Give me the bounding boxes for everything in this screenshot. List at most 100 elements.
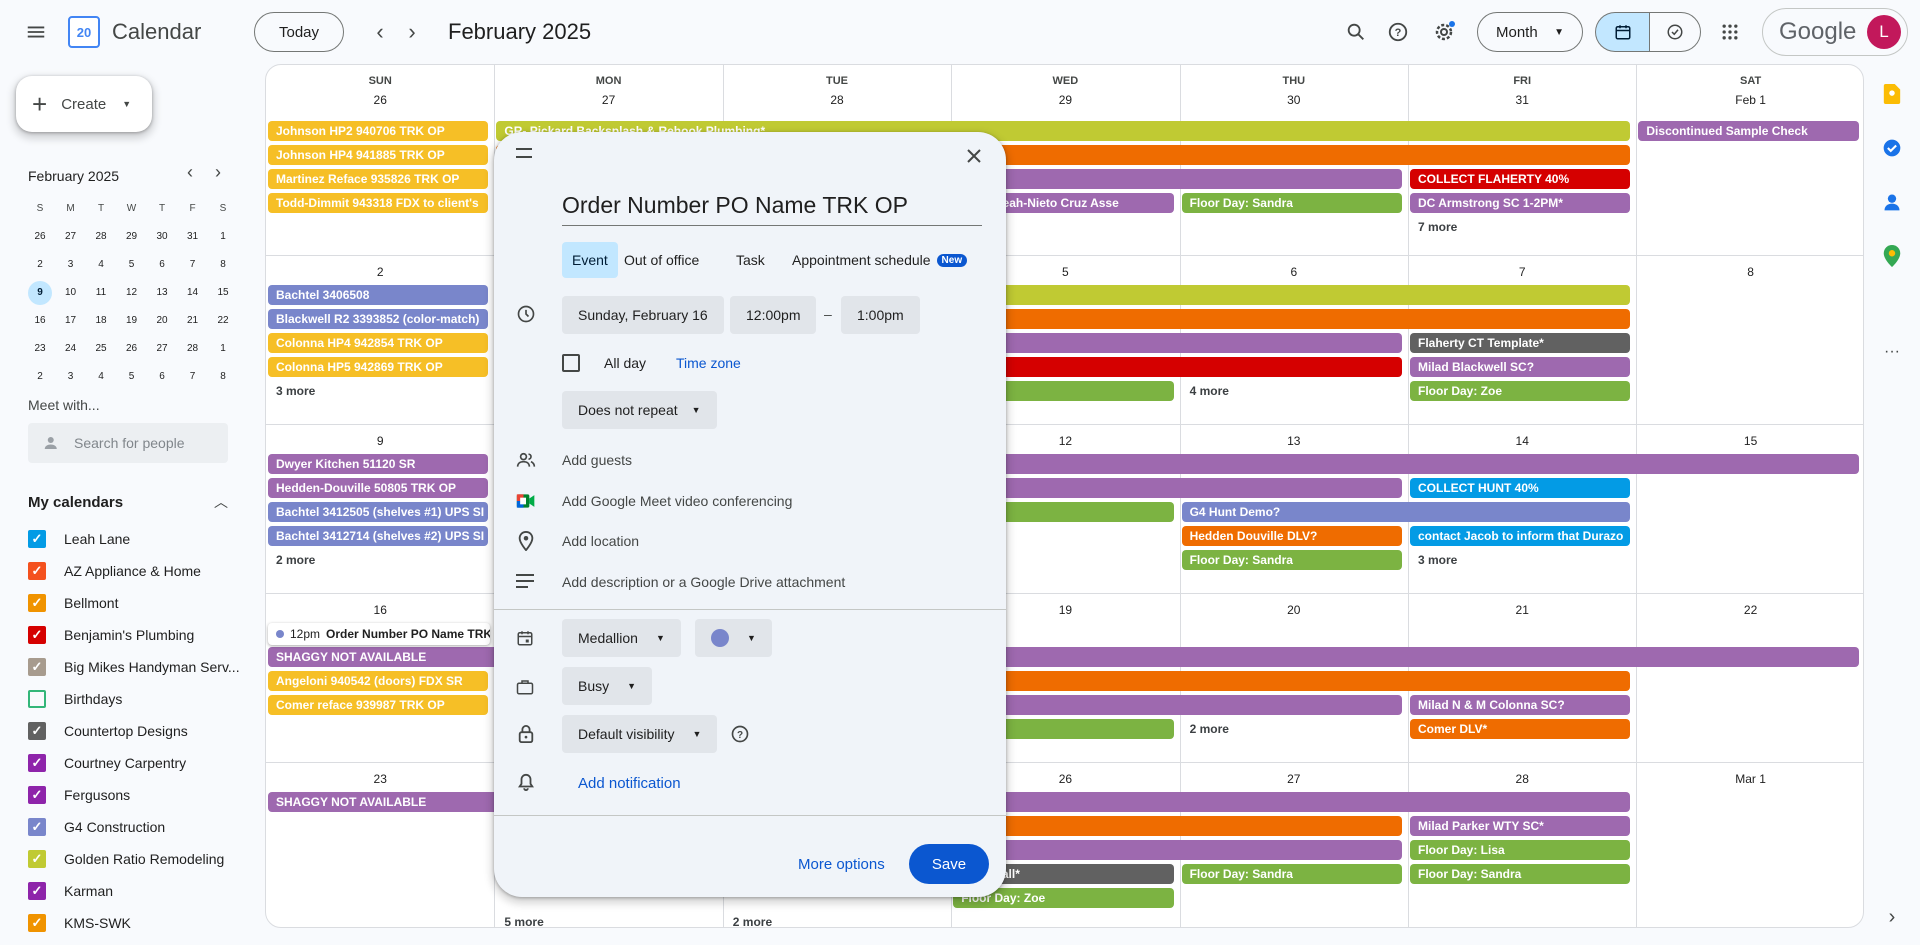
time-zone-link[interactable]: Time zone (676, 355, 741, 371)
repeat-dropdown[interactable]: Does not repeat ▼ (562, 391, 717, 429)
calendar-checkbox[interactable]: ✓ (28, 594, 46, 612)
day-number[interactable]: 14 (1408, 434, 1636, 448)
more-events-link[interactable]: 3 more (1418, 553, 1457, 567)
mini-day[interactable]: 26 (28, 225, 52, 249)
calendar-list-item[interactable]: ✓ Benjamin's Plumbing (28, 622, 194, 648)
day-number[interactable]: 23 (266, 772, 494, 786)
draft-event-chip[interactable]: 12pm Order Number PO Name TRK (268, 623, 490, 645)
day-number[interactable]: 20 (1180, 603, 1408, 617)
calendar-checkbox[interactable] (28, 690, 46, 708)
event-chip[interactable]: DC Armstrong SC 1-2PM* (1410, 193, 1631, 213)
next-period-button[interactable]: › (396, 16, 428, 48)
day-number[interactable]: 27 (494, 93, 722, 107)
create-button[interactable]: + Create ▼ (16, 76, 152, 132)
day-number[interactable]: 27 (1180, 772, 1408, 786)
calendar-checkbox[interactable]: ✓ (28, 754, 46, 772)
mini-day[interactable]: 3 (59, 253, 83, 277)
mini-day[interactable]: 20 (150, 309, 174, 333)
search-people-input[interactable]: Search for people (28, 423, 228, 463)
mini-day[interactable]: 4 (89, 365, 113, 389)
mini-day[interactable]: 12 (120, 281, 144, 305)
add-guests-field[interactable]: Add guests (562, 452, 632, 468)
calendar-list-item[interactable]: ✓ KMS-SWK (28, 910, 131, 936)
tab-task[interactable]: Task (730, 242, 771, 278)
previous-period-button[interactable]: ‹ (364, 16, 396, 48)
day-number[interactable]: 28 (723, 93, 951, 107)
drag-handle-icon[interactable] (516, 148, 532, 158)
day-number[interactable]: 13 (1180, 434, 1408, 448)
mini-day[interactable]: 31 (181, 225, 205, 249)
event-chip[interactable]: Bachtel 3412505 (shelves #1) UPS SI (268, 502, 489, 522)
calendar-mode-toggle[interactable] (1595, 12, 1649, 52)
calendar-list-item[interactable]: ✓ Courtney Carpentry (28, 750, 186, 776)
event-chip[interactable]: Floor Day: Sandra (1181, 193, 1402, 213)
calendar-list-item[interactable]: ✓ Big Mikes Handyman Serv... (28, 654, 240, 680)
mini-day[interactable]: 27 (59, 225, 83, 249)
more-events-link[interactable]: 2 more (1190, 722, 1229, 736)
settings-button[interactable] (1424, 12, 1464, 52)
more-events-link[interactable]: 2 more (733, 915, 772, 927)
visibility-dropdown[interactable]: Default visibility ▼ (562, 715, 718, 753)
mini-day[interactable]: 6 (150, 253, 174, 277)
event-chip[interactable]: Milad Blackwell SC? (1410, 357, 1631, 377)
calendar-checkbox[interactable]: ✓ (28, 818, 46, 836)
contacts-button[interactable] (1880, 190, 1904, 214)
event-title-input[interactable]: Order Number PO Name TRK OP (562, 192, 982, 226)
calendar-checkbox[interactable]: ✓ (28, 658, 46, 676)
mini-day[interactable]: 30 (150, 225, 174, 249)
event-chip[interactable]: Johnson HP2 940706 TRK OP (268, 121, 489, 141)
mini-day-today[interactable]: 9 (28, 281, 52, 305)
mini-day[interactable]: 5 (120, 253, 144, 277)
help-button[interactable]: ? (1378, 12, 1418, 52)
more-events-link[interactable]: 4 more (1190, 384, 1229, 398)
more-addons-button[interactable]: ··· (1880, 340, 1904, 364)
end-time-picker[interactable]: 1:00pm (841, 296, 920, 334)
calendar-list-item[interactable]: ✓ Karman (28, 878, 113, 904)
event-chip[interactable]: Comer reface 939987 TRK OP (268, 695, 489, 715)
event-chip[interactable]: Hedden-Douville 50805 TRK OP (268, 478, 489, 498)
my-calendars-heading[interactable]: My calendars ︿ (28, 492, 228, 512)
more-events-link[interactable]: 3 more (276, 384, 315, 398)
add-notification-button[interactable]: Add notification (578, 775, 681, 792)
close-button[interactable] (958, 140, 990, 172)
day-number[interactable]: 29 (951, 93, 1179, 107)
mini-day[interactable]: 19 (120, 309, 144, 333)
event-chip[interactable]: Flaherty CT Template* (1410, 333, 1631, 353)
mini-day[interactable]: 8 (211, 253, 235, 277)
mini-day[interactable]: 24 (59, 337, 83, 361)
mini-day[interactable]: 23 (28, 337, 52, 361)
calendar-checkbox[interactable]: ✓ (28, 530, 46, 548)
keep-button[interactable] (1880, 82, 1904, 106)
day-number[interactable]: 15 (1636, 434, 1863, 448)
mini-prev-button[interactable]: ‹ (178, 162, 202, 186)
maps-button[interactable] (1880, 244, 1904, 268)
day-number[interactable]: 26 (266, 93, 494, 107)
event-chip[interactable]: Johnson HP4 941885 TRK OP (268, 145, 489, 165)
mini-day[interactable]: 27 (150, 337, 174, 361)
mini-day[interactable]: 1 (211, 225, 235, 249)
mini-day[interactable]: 13 (150, 281, 174, 305)
event-chip[interactable]: Floor Day: Sandra (1181, 550, 1402, 570)
mini-day[interactable]: 3 (59, 365, 83, 389)
event-chip[interactable]: Floor Day: Sandra (1410, 864, 1631, 884)
save-button[interactable]: Save (909, 844, 989, 884)
mini-day[interactable]: 7 (181, 253, 205, 277)
event-chip[interactable]: Colonna HP4 942854 TRK OP (268, 333, 489, 353)
day-number[interactable]: 22 (1636, 603, 1863, 617)
event-chip[interactable]: Floor Day: Zoe (1410, 381, 1631, 401)
tasks-button[interactable] (1880, 136, 1904, 160)
event-chip[interactable]: Comer DLV* (1410, 719, 1631, 739)
view-switcher[interactable]: Month ▼ (1477, 12, 1583, 52)
availability-dropdown[interactable]: Busy ▼ (562, 667, 653, 705)
mini-day[interactable]: 1 (211, 337, 235, 361)
day-number[interactable]: 31 (1408, 93, 1636, 107)
mini-day[interactable]: 14 (181, 281, 205, 305)
day-number[interactable]: 7 (1408, 265, 1636, 279)
more-options-button[interactable]: More options (798, 844, 885, 884)
mini-day[interactable]: 17 (59, 309, 83, 333)
event-chip[interactable]: Bachtel 3412714 (shelves #2) UPS SI (268, 526, 489, 546)
calendar-logo[interactable]: 20 (68, 16, 100, 48)
tasks-mode-toggle[interactable] (1649, 12, 1701, 52)
date-picker[interactable]: Sunday, February 16 (562, 296, 724, 334)
more-events-link[interactable]: 7 more (1418, 220, 1457, 234)
